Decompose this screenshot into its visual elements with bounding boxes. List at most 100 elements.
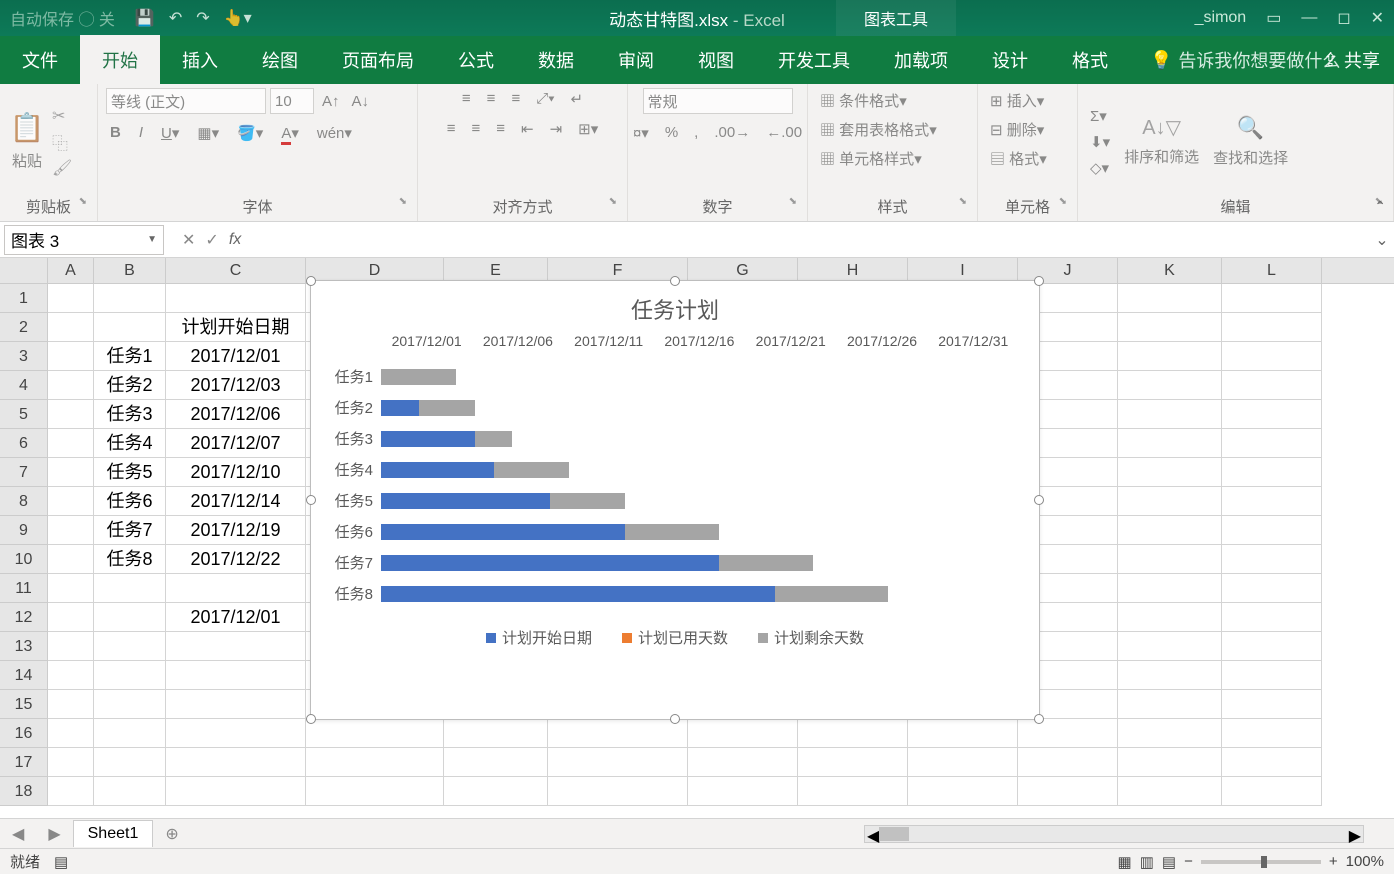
bar-segment-start[interactable] <box>381 493 550 509</box>
bar-segment-start[interactable] <box>381 586 775 602</box>
cell[interactable] <box>48 632 94 661</box>
cell[interactable]: 任务7 <box>94 516 166 545</box>
sort-filter-button[interactable]: 排序和筛选 <box>1120 144 1203 169</box>
cell[interactable] <box>166 748 306 777</box>
cell[interactable] <box>94 777 166 806</box>
column-header[interactable]: K <box>1118 258 1222 283</box>
fill-icon[interactable]: ⬇▾ <box>1086 131 1114 153</box>
fill-color-button[interactable]: 🪣▾ <box>233 122 267 144</box>
cell[interactable] <box>1118 632 1222 661</box>
resize-handle[interactable] <box>1034 714 1044 724</box>
legend-item[interactable]: 计划已用天数 <box>622 627 728 648</box>
resize-handle[interactable] <box>670 714 680 724</box>
tab-developer[interactable]: 开发工具 <box>756 35 872 85</box>
row-header[interactable]: 18 <box>0 777 48 806</box>
tab-home[interactable]: 开始 <box>80 35 160 85</box>
formula-input[interactable] <box>255 225 1370 255</box>
cell[interactable] <box>48 719 94 748</box>
tab-data[interactable]: 数据 <box>516 35 596 85</box>
row-header[interactable]: 12 <box>0 603 48 632</box>
align-bottom-icon[interactable]: ≡ <box>507 88 524 110</box>
cell[interactable] <box>48 574 94 603</box>
row-header[interactable]: 13 <box>0 632 48 661</box>
cell[interactable] <box>48 458 94 487</box>
tab-addins[interactable]: 加载项 <box>872 35 970 85</box>
align-right-icon[interactable]: ≡ <box>492 118 509 140</box>
macro-record-icon[interactable]: ▤ <box>54 853 68 871</box>
cell[interactable] <box>1118 661 1222 690</box>
cell[interactable] <box>1222 690 1322 719</box>
zoom-in-icon[interactable]: + <box>1329 853 1338 870</box>
chart-plot-area[interactable]: 任务1任务2任务3任务4任务5任务6任务7任务8 <box>311 357 1039 613</box>
row-header[interactable]: 10 <box>0 545 48 574</box>
delete-cells-button[interactable]: ⊟ 删除▾ <box>986 117 1048 142</box>
copy-icon[interactable]: ⿻ <box>52 130 72 154</box>
percent-icon[interactable]: % <box>661 122 682 144</box>
cell[interactable] <box>1118 284 1222 313</box>
cell[interactable] <box>1222 487 1322 516</box>
cell[interactable] <box>166 661 306 690</box>
column-header[interactable]: A <box>48 258 94 283</box>
cell[interactable] <box>1118 603 1222 632</box>
cell[interactable]: 任务2 <box>94 371 166 400</box>
cell-style-button[interactable]: ▦ 单元格样式▾ <box>816 146 926 171</box>
increase-font-icon[interactable]: A↑ <box>318 91 344 112</box>
zoom-out-icon[interactable]: − <box>1184 853 1193 870</box>
sheet-nav-next-icon[interactable]: ▶ <box>36 824 72 844</box>
cell[interactable] <box>1222 516 1322 545</box>
cell[interactable]: 2017/12/22 <box>166 545 306 574</box>
sort-filter-icon[interactable]: A↓▽ <box>1142 115 1181 140</box>
cell[interactable] <box>1118 487 1222 516</box>
cell[interactable] <box>548 748 688 777</box>
cell[interactable] <box>1222 603 1322 632</box>
paste-icon[interactable]: 📋 <box>10 111 45 144</box>
column-header[interactable]: B <box>94 258 166 283</box>
cell[interactable] <box>94 661 166 690</box>
cell[interactable]: 任务4 <box>94 429 166 458</box>
cell[interactable] <box>1222 719 1322 748</box>
bar-segment-remaining[interactable] <box>381 369 456 385</box>
tab-page-layout[interactable]: 页面布局 <box>320 35 436 85</box>
cell[interactable] <box>798 719 908 748</box>
cell[interactable] <box>1222 342 1322 371</box>
cell[interactable] <box>688 719 798 748</box>
cell[interactable]: 2017/12/01 <box>166 603 306 632</box>
cell[interactable] <box>908 748 1018 777</box>
cell[interactable] <box>48 777 94 806</box>
cell[interactable] <box>1118 429 1222 458</box>
zoom-level[interactable]: 100% <box>1346 853 1384 870</box>
user-name[interactable]: _simon <box>1195 9 1247 27</box>
cell[interactable] <box>166 284 306 313</box>
cell[interactable] <box>48 284 94 313</box>
cell[interactable] <box>48 661 94 690</box>
paste-button[interactable]: 粘贴 <box>8 148 46 173</box>
wrap-text-icon[interactable]: ↵ <box>567 88 588 110</box>
cell[interactable] <box>1118 458 1222 487</box>
currency-icon[interactable]: ¤▾ <box>629 122 653 144</box>
row-header[interactable]: 6 <box>0 429 48 458</box>
cell[interactable] <box>306 777 444 806</box>
tab-draw[interactable]: 绘图 <box>240 35 320 85</box>
cell[interactable]: 2017/12/19 <box>166 516 306 545</box>
cell[interactable] <box>1222 313 1322 342</box>
merge-icon[interactable]: ⊞▾ <box>574 118 602 140</box>
cell[interactable] <box>48 371 94 400</box>
indent-dec-icon[interactable]: ⇤ <box>517 118 538 140</box>
indent-inc-icon[interactable]: ⇥ <box>546 118 567 140</box>
cell[interactable] <box>94 632 166 661</box>
bar-segment-start[interactable] <box>381 400 419 416</box>
cell[interactable] <box>1118 371 1222 400</box>
row-header[interactable]: 3 <box>0 342 48 371</box>
cell[interactable] <box>1118 516 1222 545</box>
cell[interactable] <box>306 748 444 777</box>
bar-segment-remaining[interactable] <box>419 400 475 416</box>
sheet-tab[interactable]: Sheet1 <box>73 820 154 847</box>
cell[interactable] <box>1118 777 1222 806</box>
zoom-slider[interactable] <box>1201 860 1321 864</box>
find-select-button[interactable]: 查找和选择 <box>1209 145 1292 170</box>
tab-view[interactable]: 视图 <box>676 35 756 85</box>
tab-chart-design[interactable]: 设计 <box>970 35 1050 85</box>
cell[interactable] <box>798 777 908 806</box>
resize-handle[interactable] <box>306 495 316 505</box>
tab-file[interactable]: 文件 <box>0 35 80 85</box>
